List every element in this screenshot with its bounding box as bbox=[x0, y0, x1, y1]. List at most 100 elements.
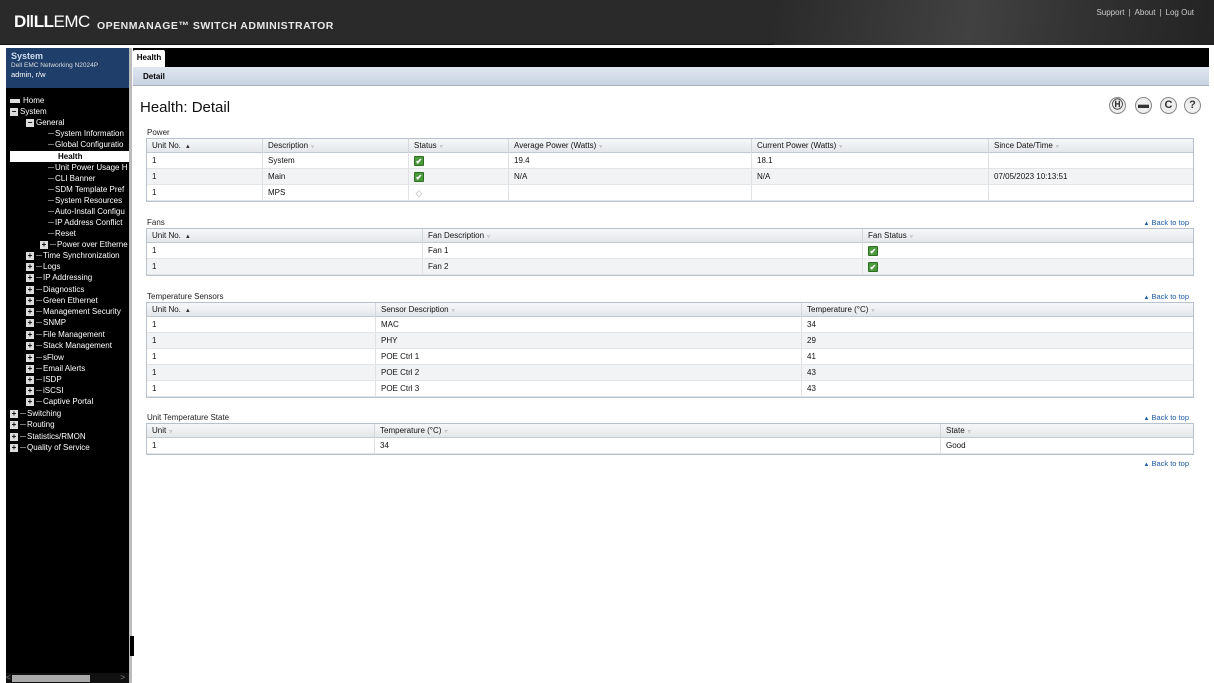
tree-item-diagnostics[interactable]: + Diagnostics bbox=[26, 284, 84, 295]
back-to-top-link[interactable]: ▲ Back to top bbox=[1144, 413, 1189, 422]
expand-icon[interactable]: + bbox=[26, 386, 34, 395]
tree-item-power-over-ethernet[interactable]: + Power over Etherne bbox=[40, 239, 128, 250]
sidebar-horizontal-scrollbar[interactable]: < > bbox=[6, 673, 129, 683]
expand-icon[interactable]: + bbox=[26, 364, 34, 373]
expand-icon[interactable]: + bbox=[26, 375, 34, 384]
navigation-sidebar: System Dell EMC Networking N2024P admin,… bbox=[6, 48, 129, 683]
scroll-left-arrow[interactable]: < bbox=[6, 673, 11, 682]
tree-item-stack-management[interactable]: + Stack Management bbox=[26, 340, 112, 351]
refresh-icon[interactable]: C bbox=[1160, 97, 1177, 114]
scrollbar-thumb[interactable] bbox=[12, 675, 90, 682]
tree-item-ip-addressing[interactable]: + IP Addressing bbox=[26, 272, 92, 283]
tree-item-system-information[interactable]: System Information bbox=[48, 128, 124, 139]
tree-item-snmp[interactable]: + SNMP bbox=[26, 317, 66, 328]
support-link[interactable]: Support bbox=[1096, 8, 1124, 17]
col-unit-no[interactable]: Unit No. ▲ bbox=[147, 303, 375, 317]
collapse-icon[interactable]: − bbox=[10, 107, 18, 116]
help-icon[interactable]: ? bbox=[1184, 97, 1201, 114]
tree-item-home[interactable]: Home bbox=[10, 95, 44, 106]
table-row[interactable]: 1 MAC 34 bbox=[147, 317, 1193, 333]
expand-icon[interactable]: + bbox=[10, 432, 18, 441]
col-average-power[interactable]: Average Power (Watts) ▿ bbox=[508, 139, 751, 153]
tree-item-statistics-rmon[interactable]: + Statistics/RMON bbox=[10, 431, 86, 442]
table-row[interactable]: 1 PHY 29 bbox=[147, 333, 1193, 349]
expand-icon[interactable]: + bbox=[26, 397, 34, 406]
tree-item-green-ethernet[interactable]: + Green Ethernet bbox=[26, 295, 98, 306]
tree-item-health[interactable]: Health bbox=[10, 151, 129, 162]
tree-item-captive-portal[interactable]: + Captive Portal bbox=[26, 396, 93, 407]
tree-item-time-sync[interactable]: + Time Synchronization bbox=[26, 250, 120, 261]
tree-item-ip-address-conflict[interactable]: IP Address Conflict bbox=[48, 217, 122, 228]
expand-icon[interactable]: + bbox=[40, 240, 48, 249]
expand-icon[interactable]: + bbox=[26, 251, 34, 260]
expand-icon[interactable]: + bbox=[26, 341, 34, 350]
col-temperature[interactable]: Temperature (°C) ▿ bbox=[374, 424, 940, 438]
back-to-top-link[interactable]: ▲ Back to top bbox=[1144, 459, 1189, 468]
table-row[interactable]: 1 MPS ◇ bbox=[147, 185, 1193, 201]
tree-item-isdp[interactable]: + ISDP bbox=[26, 374, 62, 385]
table-row[interactable]: 1 Fan 1 ✔ bbox=[147, 243, 1193, 259]
subtab-detail[interactable]: Detail bbox=[143, 72, 165, 81]
tree-item-unit-power-usage[interactable]: Unit Power Usage H bbox=[48, 162, 127, 173]
expand-icon[interactable]: + bbox=[26, 353, 34, 362]
tree-item-switching[interactable]: + Switching bbox=[10, 408, 61, 419]
col-unit[interactable]: Unit ▿ bbox=[147, 424, 374, 438]
table-row[interactable]: 1 POE Ctrl 3 43 bbox=[147, 381, 1193, 397]
tree-item-iscsi[interactable]: + iSCSI bbox=[26, 385, 63, 396]
table-row[interactable]: 1 POE Ctrl 2 43 bbox=[147, 365, 1193, 381]
table-row[interactable]: 1 POE Ctrl 1 41 bbox=[147, 349, 1193, 365]
col-state[interactable]: State ▿ bbox=[940, 424, 1193, 438]
tree-item-sflow[interactable]: + sFlow bbox=[26, 352, 64, 363]
pane-splitter[interactable] bbox=[129, 48, 132, 683]
print-icon[interactable]: ▬ bbox=[1135, 97, 1152, 114]
col-current-power[interactable]: Current Power (Watts) ▿ bbox=[751, 139, 988, 153]
splitter-handle[interactable] bbox=[130, 636, 134, 656]
col-unit-no[interactable]: Unit No. ▲ bbox=[147, 229, 422, 243]
back-to-top-link[interactable]: ▲ Back to top bbox=[1144, 292, 1189, 301]
expand-icon[interactable]: + bbox=[26, 262, 34, 271]
col-sensor-description[interactable]: Sensor Description ▿ bbox=[375, 303, 801, 317]
tree-item-logs[interactable]: + Logs bbox=[26, 261, 60, 272]
col-since-date[interactable]: Since Date/Time ▿ bbox=[988, 139, 1193, 153]
col-fan-status[interactable]: Fan Status ▿ bbox=[862, 229, 1193, 243]
tree-item-management-security[interactable]: + Management Security bbox=[26, 306, 121, 317]
expand-icon[interactable]: + bbox=[26, 273, 34, 282]
expand-icon[interactable]: + bbox=[10, 443, 18, 452]
col-fan-description[interactable]: Fan Description ▿ bbox=[422, 229, 862, 243]
tree-item-sdm-template[interactable]: SDM Template Pref bbox=[48, 184, 124, 195]
tree-item-system-resources[interactable]: System Resources bbox=[48, 195, 122, 206]
tab-health[interactable]: Health bbox=[133, 50, 165, 67]
system-title[interactable]: System bbox=[11, 51, 124, 61]
tree-item-system[interactable]: − System bbox=[10, 106, 47, 117]
tree-item-auto-install[interactable]: Auto-Install Configu bbox=[48, 206, 125, 217]
table-row[interactable]: 1 Fan 2 ✔ bbox=[147, 259, 1193, 275]
tree-item-reset[interactable]: Reset bbox=[48, 228, 76, 239]
expand-icon[interactable]: + bbox=[10, 409, 18, 418]
tree-item-global-configuration[interactable]: Global Configuratio bbox=[48, 139, 123, 150]
expand-icon[interactable]: + bbox=[26, 296, 34, 305]
scroll-right-arrow[interactable]: > bbox=[120, 673, 125, 682]
collapse-icon[interactable]: − bbox=[26, 118, 34, 127]
expand-icon[interactable]: + bbox=[10, 420, 18, 429]
save-icon[interactable]: Ⓗ bbox=[1109, 97, 1126, 114]
logout-link[interactable]: Log Out bbox=[1166, 8, 1194, 17]
table-row[interactable]: 1 System ✔ 19.4 18.1 bbox=[147, 153, 1193, 169]
tree-item-cli-banner[interactable]: CLI Banner bbox=[48, 173, 95, 184]
expand-icon[interactable]: + bbox=[26, 330, 34, 339]
about-link[interactable]: About bbox=[1135, 8, 1156, 17]
back-to-top-link[interactable]: ▲ Back to top bbox=[1144, 218, 1189, 227]
col-status[interactable]: Status ▿ bbox=[408, 139, 508, 153]
table-row[interactable]: 1 34 Good bbox=[147, 438, 1193, 454]
expand-icon[interactable]: + bbox=[26, 318, 34, 327]
expand-icon[interactable]: + bbox=[26, 307, 34, 316]
col-description[interactable]: Description ▿ bbox=[262, 139, 408, 153]
tree-item-email-alerts[interactable]: + Email Alerts bbox=[26, 363, 85, 374]
tree-item-general[interactable]: − General bbox=[26, 117, 64, 128]
col-temperature[interactable]: Temperature (°C) ▿ bbox=[801, 303, 1193, 317]
tree-item-qos[interactable]: + Quality of Service bbox=[10, 442, 90, 453]
tree-item-file-management[interactable]: + File Management bbox=[26, 329, 105, 340]
expand-icon[interactable]: + bbox=[26, 285, 34, 294]
tree-item-routing[interactable]: + Routing bbox=[10, 419, 55, 430]
table-row[interactable]: 1 Main ✔ N/A N/A 07/05/2023 10:13:51 bbox=[147, 169, 1193, 185]
col-unit-no[interactable]: Unit No. ▲ bbox=[147, 139, 262, 153]
